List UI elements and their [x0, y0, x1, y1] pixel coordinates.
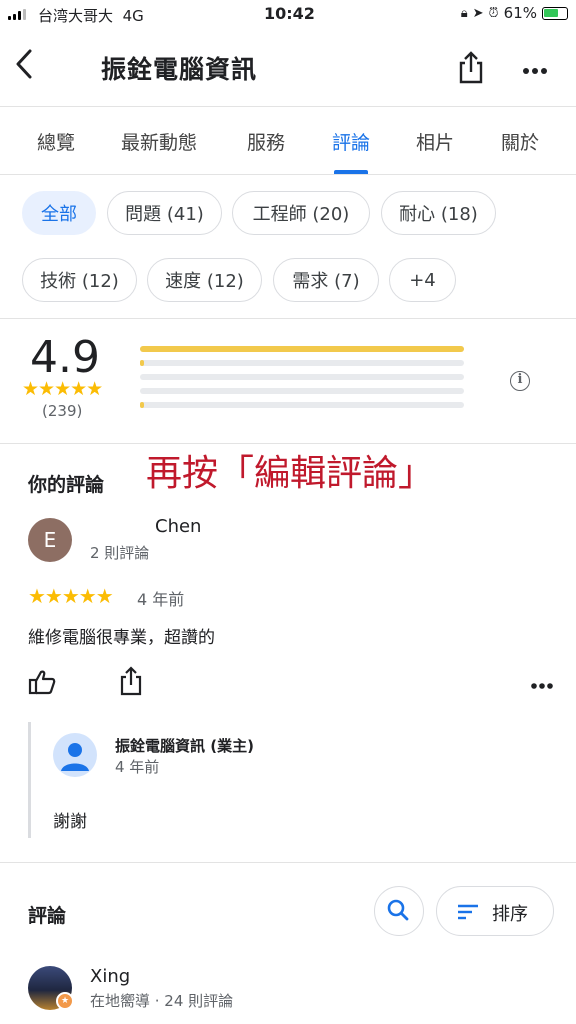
filter-chip-all[interactable]: 全部: [22, 191, 96, 235]
share-icon: [120, 666, 142, 696]
rating-bar-5: [140, 346, 464, 352]
reply-indicator: [28, 722, 31, 838]
divider: [0, 174, 576, 175]
more-horiz-icon: [531, 683, 553, 689]
person-icon: [61, 743, 89, 771]
clock: 10:42: [264, 4, 315, 23]
review-more-button[interactable]: [530, 671, 554, 695]
owner-reply-text: 謝謝: [53, 812, 87, 832]
rotation-lock-icon: 🔒︎: [460, 5, 468, 21]
share-icon: [459, 51, 483, 84]
sort-icon: [458, 904, 478, 920]
reviews-title: 評論: [28, 905, 67, 927]
rating-bar-4: [140, 360, 464, 366]
share-review-button[interactable]: [118, 666, 146, 698]
tab-reviews[interactable]: 評論: [332, 128, 370, 155]
location-icon: ➤: [472, 5, 484, 21]
alarm-icon: ⏰︎: [488, 5, 499, 21]
rating-bar-fill: [140, 402, 144, 408]
page-title: 振銓電腦資訊: [101, 55, 258, 84]
status-bar: 台湾大哥大 4G 10:42 🔒︎ ➤ ⏰︎ 61%: [0, 0, 576, 30]
app-header: 振銓電腦資訊: [0, 36, 576, 100]
tab-services[interactable]: 服務: [247, 128, 285, 155]
owner-name: 振銓電腦資訊 (業主): [115, 737, 254, 755]
review-author[interactable]: Chen: [155, 516, 201, 537]
review-author[interactable]: Xing: [90, 966, 130, 987]
local-guide-badge-icon: ★: [56, 992, 74, 1010]
your-review-title: 你的評論: [28, 474, 105, 496]
rating-bar-fill: [140, 346, 464, 352]
filter-chip-more[interactable]: +4: [389, 258, 456, 302]
share-button[interactable]: [456, 50, 488, 86]
rating-distribution: [140, 346, 464, 416]
tab-about[interactable]: 關於: [501, 128, 539, 155]
battery-percent: 61%: [503, 4, 537, 22]
annotation-overlay: 再按「編輯評論」: [146, 453, 435, 494]
review-author-meta: 在地嚮導 · 24 則評論: [90, 992, 234, 1010]
chevron-left-icon: [16, 49, 32, 79]
rating-bar-fill: [140, 360, 144, 366]
divider: [0, 318, 576, 319]
rating-count: (239): [42, 402, 83, 420]
more-options-button[interactable]: [522, 56, 548, 81]
search-reviews-button[interactable]: [374, 886, 424, 936]
filter-chip[interactable]: 耐心 (18): [381, 191, 496, 235]
average-rating: 4.9: [30, 332, 100, 383]
rating-bar-2: [140, 388, 464, 394]
tab-overview[interactable]: 總覽: [37, 128, 75, 155]
avatar[interactable]: E: [28, 518, 72, 562]
rating-bar-3: [140, 374, 464, 380]
thumb-up-icon: [28, 670, 56, 695]
rating-bar-1: [140, 402, 464, 408]
divider: [0, 106, 576, 107]
sort-label: 排序: [492, 904, 528, 925]
filter-chip[interactable]: 問題 (41): [107, 191, 222, 235]
filter-chip[interactable]: 速度 (12): [147, 258, 262, 302]
back-button[interactable]: [14, 48, 48, 88]
search-icon: [387, 899, 409, 921]
owner-reply-date: 4 年前: [115, 758, 160, 776]
review-stars: ★★★★★: [28, 584, 114, 608]
carrier-label: 台湾大哥大 4G: [38, 7, 144, 25]
rating-stars: ★★★★★: [22, 378, 103, 400]
review-text: 維修電腦很專業，超讚的: [28, 628, 215, 648]
review-author-meta: 2 則評論: [90, 544, 150, 562]
like-button[interactable]: [28, 668, 58, 698]
filter-chip[interactable]: 技術 (12): [22, 258, 137, 302]
owner-avatar: [53, 733, 97, 777]
sort-button[interactable]: 排序: [436, 886, 554, 936]
tab-bar: 總覽 最新動態 服務 評論 相片 關於: [0, 108, 576, 174]
more-horiz-icon: [523, 68, 547, 74]
filter-chip[interactable]: 需求 (7): [273, 258, 379, 302]
battery-icon: [542, 6, 568, 20]
divider: [0, 862, 576, 863]
signal-icon: [8, 9, 26, 20]
network-label: 4G: [122, 7, 144, 25]
info-icon[interactable]: i: [510, 371, 530, 391]
tab-updates[interactable]: 最新動態: [121, 128, 197, 155]
tab-photos[interactable]: 相片: [416, 128, 454, 155]
review-date: 4 年前: [137, 590, 185, 609]
filter-chip[interactable]: 工程師 (20): [232, 191, 370, 235]
